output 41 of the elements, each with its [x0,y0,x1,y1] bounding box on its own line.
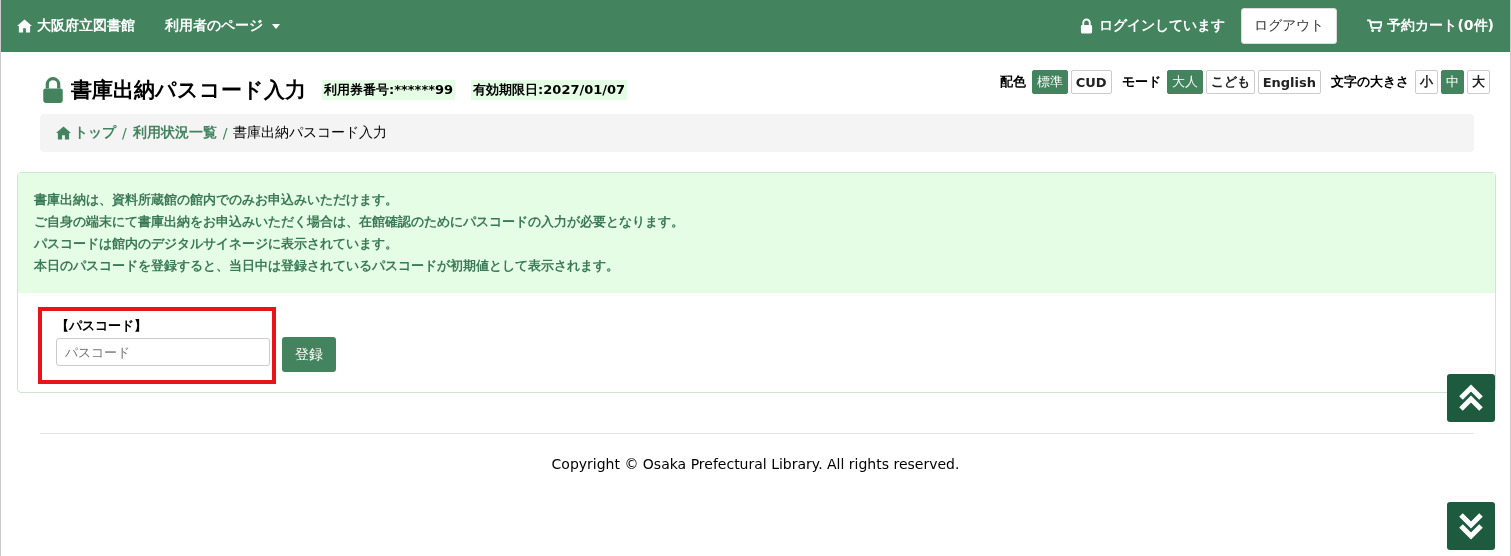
home-icon [56,126,71,140]
passcode-field[interactable]: パスコード [56,338,270,366]
setting-label: モード [1121,73,1161,91]
option-button[interactable]: CUD [1070,70,1112,94]
notice-text: 書庫出納は、資料所蔵館の館内でのみお申込みいただけます。 [34,191,399,209]
user-menu[interactable]: 利用者のページ [165,17,280,35]
breadcrumb-separator: / [222,125,228,141]
expiry-date: 有効期限日:2027/01/07 [471,80,628,100]
breadcrumb-link[interactable]: 利用状況一覧 [132,124,217,142]
breadcrumb-current: 書庫出納パスコード入力 [233,124,388,142]
double-chevron-down-icon [1458,512,1484,540]
option-button[interactable]: こども [1205,70,1255,94]
option-button[interactable]: 中 [1441,70,1464,94]
double-chevron-up-icon [1458,384,1484,412]
cart-icon [1367,19,1383,33]
scroll-bottom-button[interactable] [1447,502,1495,550]
brand-link[interactable]: 大阪府立図書館 [17,17,135,35]
option-button[interactable]: 小 [1415,70,1438,94]
option-button[interactable]: 標準 [1031,70,1068,94]
lock-icon [41,77,65,103]
lock-icon [1080,18,1094,34]
login-status: ログインしています [1099,17,1226,35]
cart-link[interactable]: 予約カート(0件) [1367,17,1494,35]
scroll-top-button[interactable] [1447,374,1495,422]
copyright-text: Copyright © Osaka Prefectural Library. All rights reserved. [551,456,960,472]
card-number: 利用券番号:******99 [322,80,456,100]
field-label: 【パスコード】 [56,317,148,335]
breadcrumb-separator: / [122,125,127,141]
page-title: 書庫出納パスコード入力 [71,77,306,104]
option-button[interactable]: English [1257,70,1321,94]
notice-text: ご自身の端末にて書庫出納をお申込みいただく場合は、在館確認のためにパスコードの入力が必要となります。 [34,213,685,231]
logout-button[interactable]: ログアウト [1241,8,1338,44]
setting-label: 配色 [999,73,1026,91]
option-button[interactable]: 大人 [1166,70,1203,94]
setting-label: 文字の大きさ [1331,73,1409,91]
breadcrumb-link[interactable]: トップ [56,124,116,142]
notice-text: 本日のパスコードを登録すると、当日中は登録されているパスコードが初期値として表示されます。 [34,257,620,275]
submit-button[interactable]: 登録 [282,337,336,372]
option-button[interactable]: 大 [1467,70,1490,94]
notice-text: パスコードは館内のデジタルサイネージに表示されています。 [34,235,399,253]
home-icon [17,19,32,33]
